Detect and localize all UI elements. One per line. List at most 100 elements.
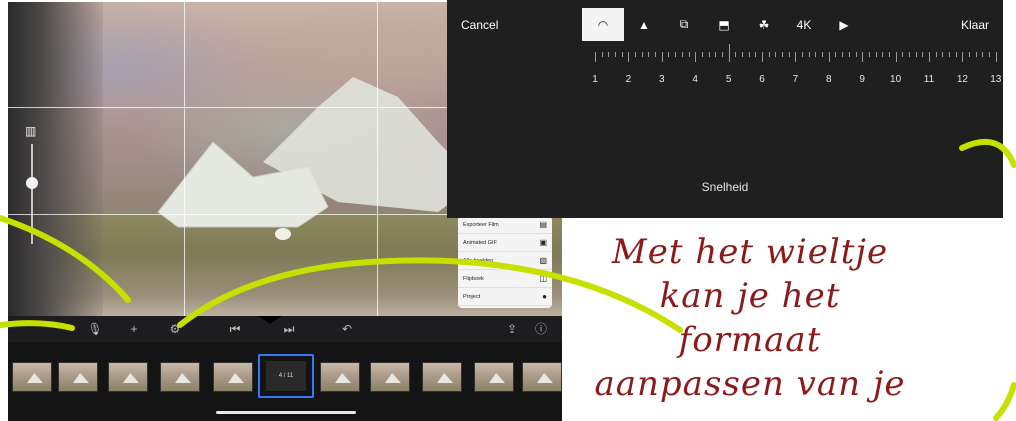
export-menu-item[interactable]: Animated GIF ▣ — [458, 234, 552, 252]
share-icon[interactable]: ⇪ — [503, 320, 521, 338]
selected-frame[interactable]: 4 / 11 — [266, 361, 306, 391]
ruler-tick — [661, 52, 663, 62]
cancel-button[interactable]: Cancel — [461, 18, 498, 32]
ruler-tick — [595, 52, 596, 62]
ruler-tick — [708, 52, 710, 57]
youtube-icon[interactable]: ▶ — [824, 8, 864, 41]
filmstrip[interactable]: 4 / 11 — [8, 342, 562, 421]
ruler-tick — [748, 52, 750, 57]
ruler-tick — [875, 52, 877, 57]
ruler-tick — [641, 52, 643, 57]
done-button[interactable]: Klaar — [961, 18, 989, 32]
mic-icon[interactable]: 🎙︎ — [86, 320, 104, 338]
frame-thumbnail[interactable] — [370, 362, 410, 392]
book-icon: ◫ — [539, 274, 547, 283]
ruler-tick — [989, 52, 991, 57]
images-icon: ▧ — [539, 256, 547, 265]
annotation-line: Met het wieltje — [611, 232, 889, 272]
frame-thumbnail[interactable] — [422, 362, 462, 392]
wheel-caption: Snelheid — [701, 180, 749, 194]
ruler-number: 10 — [890, 74, 902, 85]
ruler-tick — [648, 52, 650, 57]
ruler-tick — [755, 52, 757, 57]
frame-thumbnail[interactable] — [522, 362, 562, 392]
triangle-up-icon[interactable]: ▲ — [624, 8, 664, 41]
ruler-tick — [741, 52, 743, 57]
frame-thumbnail[interactable] — [213, 362, 253, 392]
ruler-tick — [762, 52, 763, 62]
slider-knob[interactable] — [26, 177, 38, 189]
ruler-number: 6 — [759, 74, 765, 85]
ruler-number: 11 — [923, 74, 935, 85]
aspect-ratio-icon[interactable]: ⧉ — [664, 8, 704, 41]
frame-thumbnail[interactable] — [12, 362, 52, 392]
ruler-tick — [621, 52, 623, 57]
speed-icon[interactable]: ◠ — [582, 8, 624, 41]
export-settings-panel: Cancel ◠ ▲ ⧉ ⬒ ☘ 4K ▶ Klaar 1 2 3 4 5 6 7 8 9 10 11 12 13 … — [447, 0, 1003, 218]
ruler-number: 7 — [792, 74, 799, 85]
plus-icon[interactable]: + — [125, 320, 143, 338]
frame-thumbnail[interactable] — [108, 362, 148, 392]
export-menu-label: Animated GIF — [463, 239, 497, 246]
ruler-tick — [862, 52, 864, 62]
export-menu-item[interactable]: Flipboek ◫ — [458, 270, 552, 288]
export-menu: Exporteer Film ▤ Animated GIF ▣ Alle beelden… — [458, 216, 552, 308]
ruler-tick — [835, 52, 837, 57]
ruler-tick — [915, 52, 917, 57]
skip-back-icon[interactable]: ⏮︎ — [226, 320, 244, 338]
ruler-tick — [888, 52, 890, 57]
ruler-tick — [882, 52, 884, 57]
filters-icon[interactable]: ☘ — [744, 8, 784, 41]
export-menu-item[interactable]: Project ● — [458, 288, 552, 306]
ruler-tick — [802, 52, 804, 57]
ruler-number: 5 — [725, 74, 732, 85]
settings-icon[interactable]: ⚙︎ — [166, 320, 184, 338]
export-menu-label: Exporteer Film — [463, 221, 499, 228]
skip-forward-icon[interactable]: ⏭︎ — [280, 320, 298, 338]
ruler-tick — [681, 52, 683, 57]
crop-icon[interactable]: ⬒ — [704, 8, 744, 41]
annotation-line: aanpassen van je — [594, 364, 906, 404]
arc-stroke — [993, 382, 1016, 421]
export-menu-label: Project — [463, 293, 481, 300]
settings-tabs: ◠ ▲ ⧉ ⬒ ☘ 4K ▶ — [582, 8, 864, 41]
layers-icon: ▥ — [25, 124, 37, 138]
ruler-number: 13 — [990, 74, 1002, 85]
ruler-tick — [788, 52, 790, 57]
exposure-slider[interactable]: ▥ — [22, 122, 42, 262]
ruler-tick — [822, 52, 824, 57]
frame-thumbnail[interactable] — [160, 362, 200, 392]
film-icon: ▤ — [539, 220, 547, 229]
ruler-tick — [895, 52, 897, 62]
help-icon[interactable]: ⓘ — [532, 320, 550, 338]
ruler-tick — [982, 52, 984, 57]
ruler-tick — [902, 52, 904, 57]
ruler-number: 3 — [659, 74, 665, 85]
resolution-4k-icon[interactable]: 4K — [784, 8, 824, 41]
speed-wheel[interactable]: 1 2 3 4 5 6 7 8 9 10 11 12 13 — [592, 44, 1002, 88]
ruler-number: 1 — [592, 74, 598, 85]
undo-icon[interactable]: ↶ — [338, 320, 356, 338]
apple-icon: ● — [542, 292, 547, 301]
export-menu-label: Alle beelden — [463, 257, 494, 264]
ruler-tick — [635, 52, 637, 57]
ruler-number: 9 — [859, 74, 865, 85]
ruler-tick — [848, 52, 850, 57]
annotation-line: kan je het — [659, 276, 841, 316]
ruler-tick — [628, 52, 630, 62]
ruler-tick — [655, 52, 657, 57]
frame-thumbnail[interactable] — [474, 362, 514, 392]
grid-line — [377, 2, 378, 316]
home-indicator — [216, 411, 356, 414]
export-menu-item[interactable]: Alle beelden ▧ — [458, 252, 552, 270]
frame-thumbnail[interactable] — [320, 362, 360, 392]
frame-thumbnail[interactable] — [58, 362, 98, 392]
ruler-tick — [695, 52, 697, 62]
ruler-number: 8 — [826, 74, 832, 85]
ruler-number: 2 — [625, 74, 632, 85]
ruler-tick — [828, 52, 830, 62]
ruler-tick — [815, 52, 817, 57]
export-menu-label: Flipboek — [463, 275, 484, 282]
export-menu-item[interactable]: Exporteer Film ▤ — [458, 216, 552, 234]
ruler-tick — [942, 52, 944, 57]
